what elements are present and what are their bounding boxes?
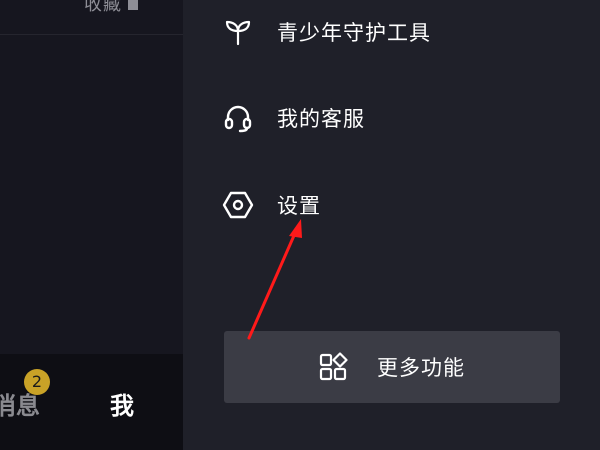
menu-item-label: 我的客服: [277, 107, 365, 131]
headset-icon: [221, 101, 255, 135]
settings-hexagon-icon: [221, 188, 255, 222]
menu-item-settings[interactable]: 设置: [221, 185, 321, 225]
menu-item-label: 设置: [277, 194, 321, 218]
messages-badge: 2: [24, 369, 50, 395]
favorites-tab[interactable]: 收藏: [84, 0, 138, 16]
menu-item-label: 青少年守护工具: [277, 21, 431, 45]
sprout-icon: [221, 15, 255, 49]
menu-item-customer-service[interactable]: 我的客服: [221, 98, 365, 138]
menu-item-teen-protection[interactable]: 青少年守护工具: [221, 12, 431, 52]
nav-me[interactable]: 我: [110, 386, 134, 421]
background-page: 收藏 消息 2 我: [0, 0, 183, 450]
favorites-label: 收藏: [84, 0, 122, 15]
nav-me-label: 我: [110, 392, 134, 420]
bottom-nav-bar: 消息 2 我: [0, 354, 183, 450]
divider: [0, 34, 183, 35]
more-features-button[interactable]: 更多功能: [224, 331, 560, 403]
nav-messages-label: 消息: [0, 392, 40, 420]
apps-grid-icon: [319, 352, 349, 382]
lock-icon: [128, 0, 138, 10]
more-features-label: 更多功能: [377, 356, 465, 380]
side-drawer: 青少年守护工具 我的客服 设置 更多功能: [183, 0, 600, 450]
